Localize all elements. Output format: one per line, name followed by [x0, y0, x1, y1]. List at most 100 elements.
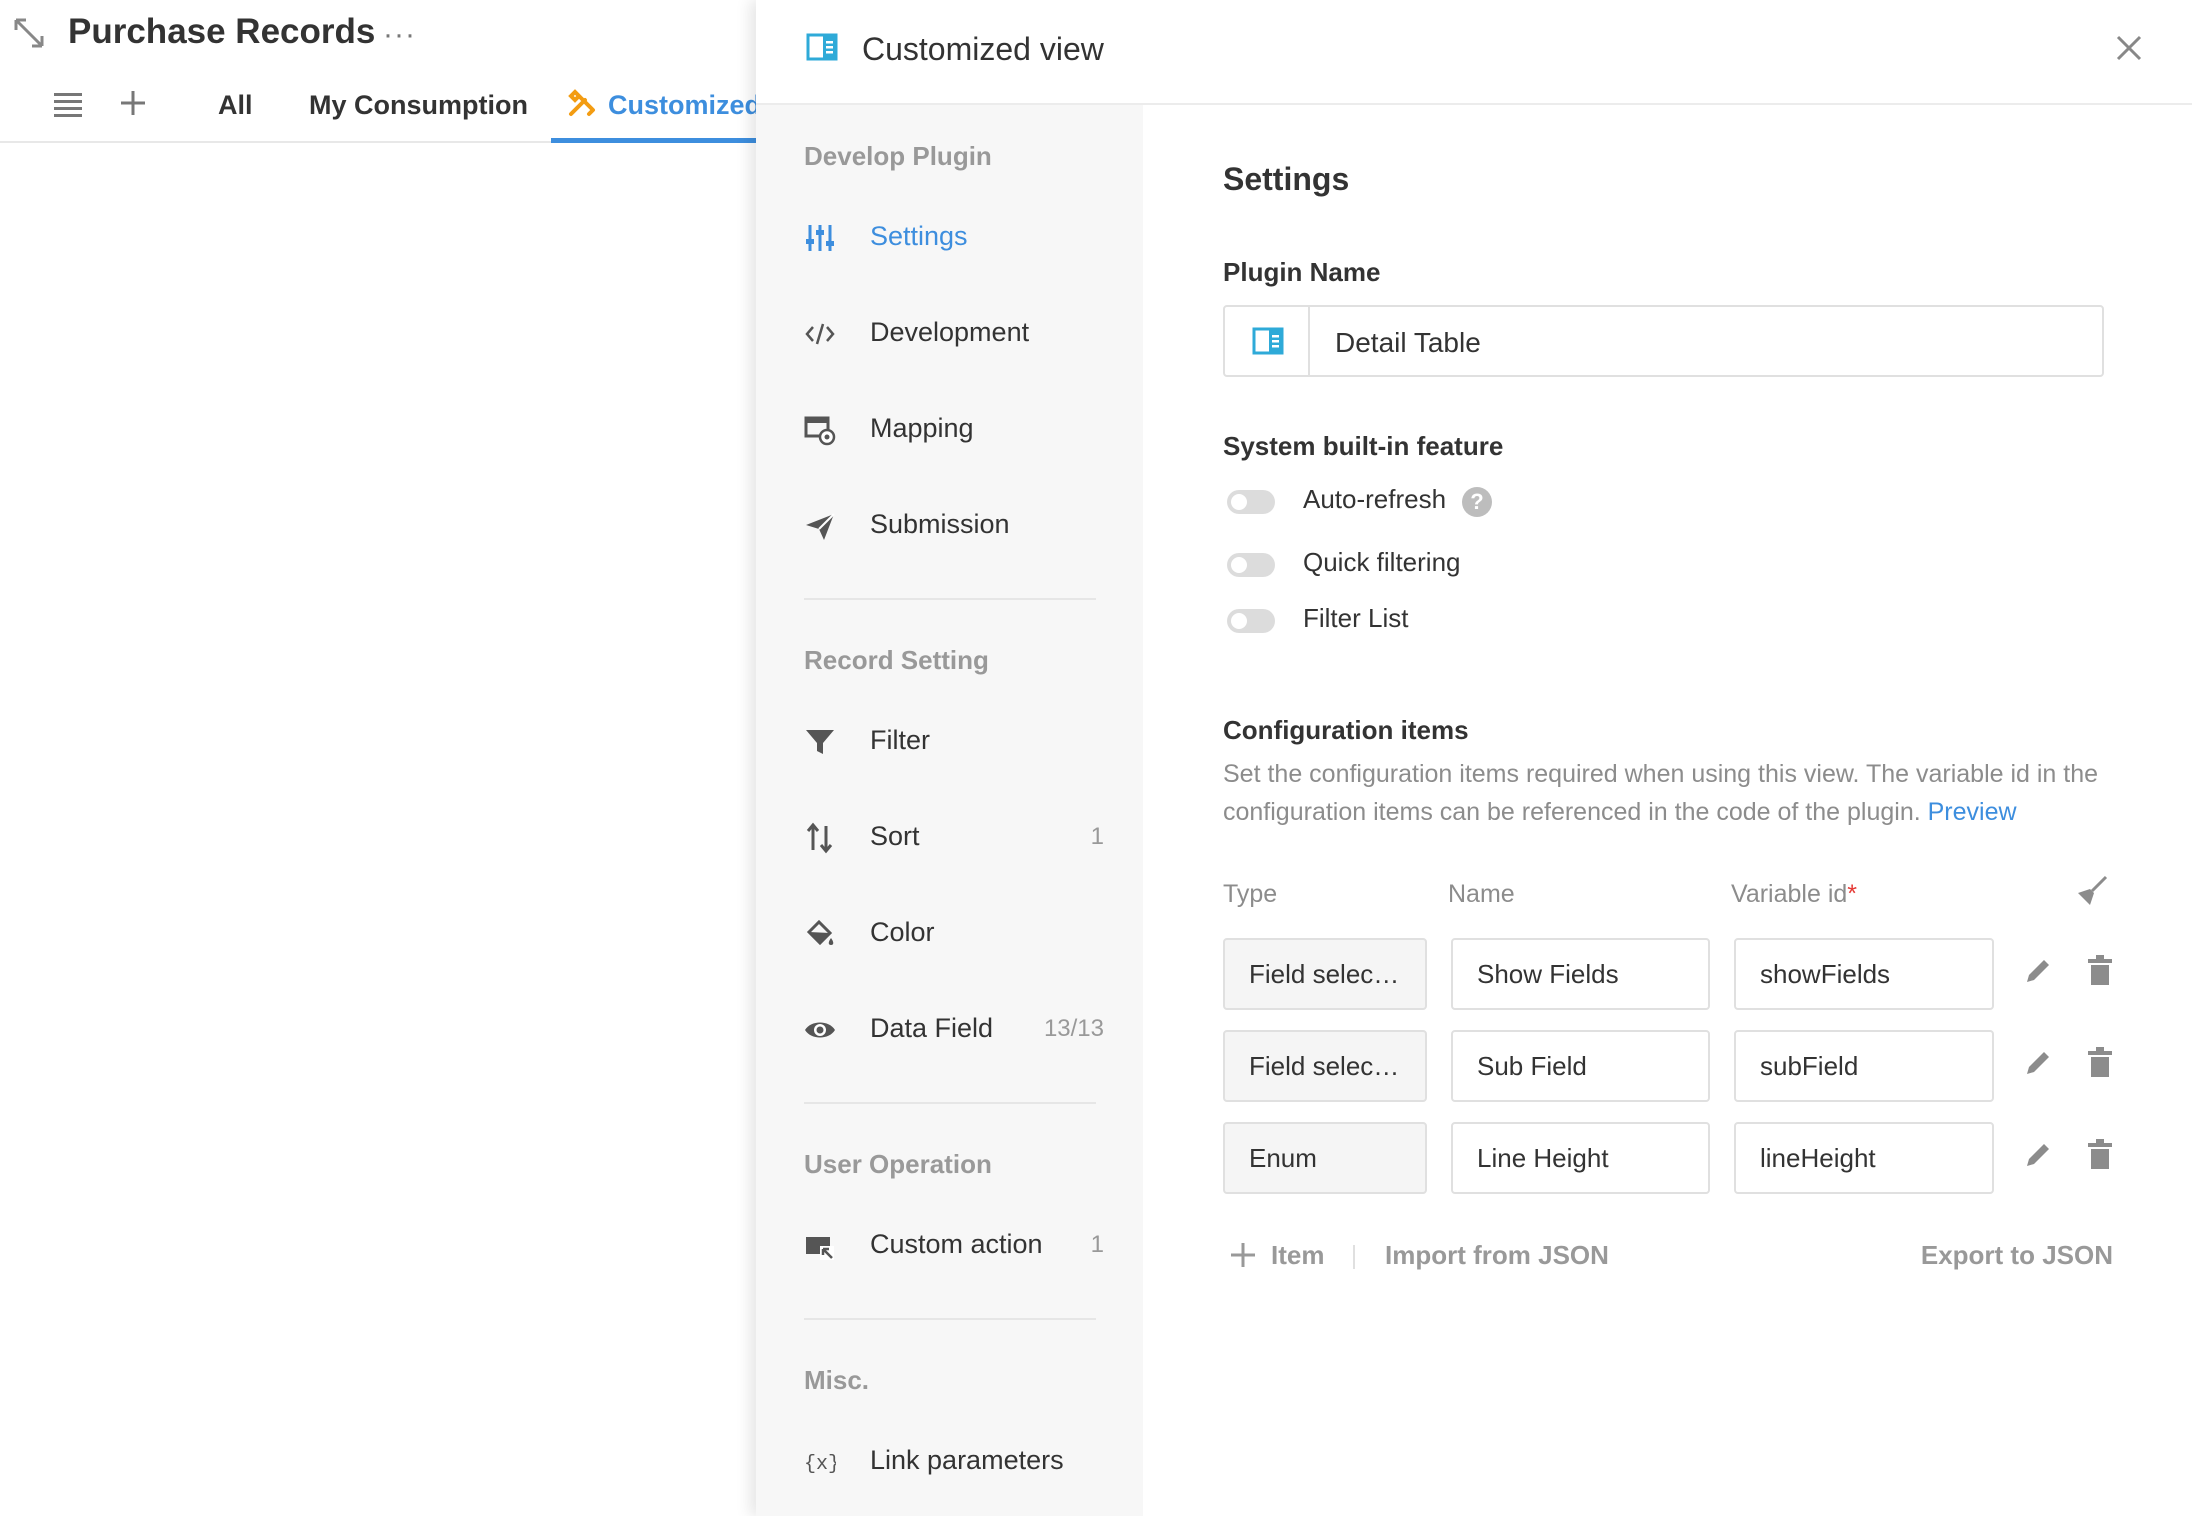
sliders-icon: [806, 225, 834, 251]
sidebar-item-link-parameters[interactable]: {x} Link parameters: [804, 1436, 1104, 1486]
filter-list-toggle[interactable]: [1227, 609, 1275, 633]
pencil-icon[interactable]: [2023, 956, 2053, 986]
divider: [804, 1102, 1096, 1104]
config-footer: Item Import from JSON Export to JSON: [1223, 1233, 2123, 1277]
tab-all[interactable]: All: [218, 90, 253, 121]
divider: [804, 598, 1096, 600]
section-develop-plugin: Develop Plugin: [804, 141, 992, 171]
quick-filtering-toggle[interactable]: [1227, 553, 1275, 577]
customized-view-drawer: Customized view Develop Plugin Settings …: [756, 0, 2192, 1516]
code-icon: [805, 323, 835, 345]
sidebar-item-sort[interactable]: Sort 1: [804, 812, 1104, 862]
toggle-label: Quick filtering: [1303, 547, 1461, 577]
help-icon[interactable]: ?: [1462, 487, 1492, 517]
sidebar-item-label: Data Field: [870, 1013, 994, 1043]
pencil-icon[interactable]: [2023, 1140, 2053, 1170]
view-icon: [806, 33, 838, 61]
tab-my-consumption[interactable]: My Consumption: [309, 90, 528, 121]
variable-icon: {x}: [804, 1453, 836, 1476]
name-input[interactable]: Line Height: [1451, 1122, 1710, 1194]
sidebar-item-filter[interactable]: Filter: [804, 716, 1104, 766]
sort-count: 1: [1090, 823, 1104, 850]
config-items-description: Set the configuration items required whe…: [1223, 755, 2123, 831]
plugin-name-value: Detail Table: [1335, 327, 1481, 358]
sidebar-item-label: Submission: [870, 509, 1010, 539]
menu-icon[interactable]: [52, 90, 84, 118]
divider: [804, 1318, 1096, 1320]
type-select[interactable]: Enum: [1223, 1122, 1427, 1194]
sidebar-item-submission[interactable]: Submission: [804, 500, 1104, 550]
clear-all-icon[interactable]: [2074, 875, 2108, 909]
drawer-header: Customized view: [756, 0, 2192, 105]
drawer-sidebar: Develop Plugin Settings Development Mapp…: [756, 105, 1143, 1516]
toggle-label: Filter List: [1303, 603, 1409, 633]
name-input[interactable]: Sub Field: [1451, 1030, 1710, 1102]
config-items-label: Configuration items: [1223, 715, 1469, 745]
column-type: Type: [1223, 880, 1278, 908]
mapping-icon: [804, 416, 836, 446]
toggle-label: Auto-refresh: [1303, 484, 1447, 514]
sidebar-item-label: Link parameters: [870, 1445, 1064, 1475]
sidebar-item-color[interactable]: Color: [804, 908, 1104, 958]
custom-action-count: 1: [1090, 1231, 1104, 1258]
expand-icon[interactable]: [12, 16, 46, 50]
sidebar-item-label: Color: [870, 917, 935, 947]
plugin-name-field[interactable]: Detail Table: [1223, 305, 2104, 377]
wrench-icon: [568, 89, 595, 116]
trash-icon[interactable]: [2087, 954, 2113, 986]
required-mark: *: [1847, 880, 1858, 908]
sidebar-item-label: Sort: [870, 821, 920, 851]
data-field-count: 13/13: [1043, 1015, 1104, 1042]
auto-refresh-toggle[interactable]: [1227, 490, 1275, 514]
eye-icon: [805, 1022, 835, 1038]
table-row: Field selec… Show Fields showFields: [1223, 938, 2123, 1010]
sidebar-item-data-field[interactable]: Data Field 13/13: [804, 1004, 1104, 1054]
sidebar-item-settings[interactable]: Settings: [804, 212, 1104, 262]
sidebar-item-development[interactable]: Development: [804, 308, 1104, 358]
builtin-feature-label: System built-in feature: [1223, 431, 1504, 461]
type-select[interactable]: Field selec…: [1223, 938, 1427, 1010]
sidebar-item-mapping[interactable]: Mapping: [804, 404, 1104, 454]
plus-icon: [1231, 1243, 1255, 1267]
preview-link[interactable]: Preview: [1928, 798, 2017, 826]
view-icon: [1252, 327, 1284, 355]
paint-bucket-icon: [806, 919, 834, 946]
add-item-label: Item: [1271, 1240, 1325, 1270]
column-variable-id: Variable id*: [1731, 880, 1857, 909]
settings-panel: Settings Plugin Name Detail Table System…: [1143, 105, 2192, 1516]
column-name: Name: [1448, 880, 1515, 908]
export-json-button[interactable]: Export to JSON: [1921, 1240, 2113, 1271]
divider: [1353, 1245, 1355, 1269]
add-view-icon[interactable]: [118, 88, 148, 118]
variable-id-input[interactable]: showFields: [1734, 938, 1994, 1010]
plugin-icon-picker[interactable]: [1225, 307, 1310, 375]
svg-text:{x}: {x}: [804, 1453, 836, 1476]
column-variable-id-label: Variable id: [1731, 880, 1848, 908]
variable-id-input[interactable]: subField: [1734, 1030, 1994, 1102]
sidebar-item-label: Development: [870, 317, 1030, 347]
sidebar-item-label: Mapping: [870, 413, 974, 443]
tab-customized[interactable]: Customized: [551, 83, 761, 143]
feature-quick-filtering: Quick filtering: [1223, 543, 1623, 583]
sidebar-item-custom-action[interactable]: Custom action 1: [804, 1220, 1104, 1270]
page-title: Purchase Records: [68, 12, 376, 51]
plugin-name-label: Plugin Name: [1223, 257, 1381, 287]
variable-id-input[interactable]: lineHeight: [1734, 1122, 1994, 1194]
filter-icon: [806, 730, 834, 754]
table-row: Enum Line Height lineHeight: [1223, 1122, 2123, 1194]
pencil-icon[interactable]: [2023, 1048, 2053, 1078]
more-icon[interactable]: ···: [383, 18, 416, 52]
type-select[interactable]: Field selec…: [1223, 1030, 1427, 1102]
trash-icon[interactable]: [2087, 1138, 2113, 1170]
trash-icon[interactable]: [2087, 1046, 2113, 1078]
sidebar-item-label: Custom action: [870, 1229, 1043, 1259]
table-row: Field selec… Sub Field subField: [1223, 1030, 2123, 1102]
cursor-action-icon: [806, 1237, 834, 1260]
sidebar-item-label: Settings: [870, 221, 968, 251]
send-icon: [806, 513, 835, 540]
section-record-setting: Record Setting: [804, 645, 989, 675]
import-json-button[interactable]: Import from JSON: [1385, 1240, 1609, 1271]
feature-auto-refresh: Auto-refresh ?: [1223, 480, 1623, 520]
name-input[interactable]: Show Fields: [1451, 938, 1710, 1010]
close-icon[interactable]: [2114, 33, 2144, 63]
